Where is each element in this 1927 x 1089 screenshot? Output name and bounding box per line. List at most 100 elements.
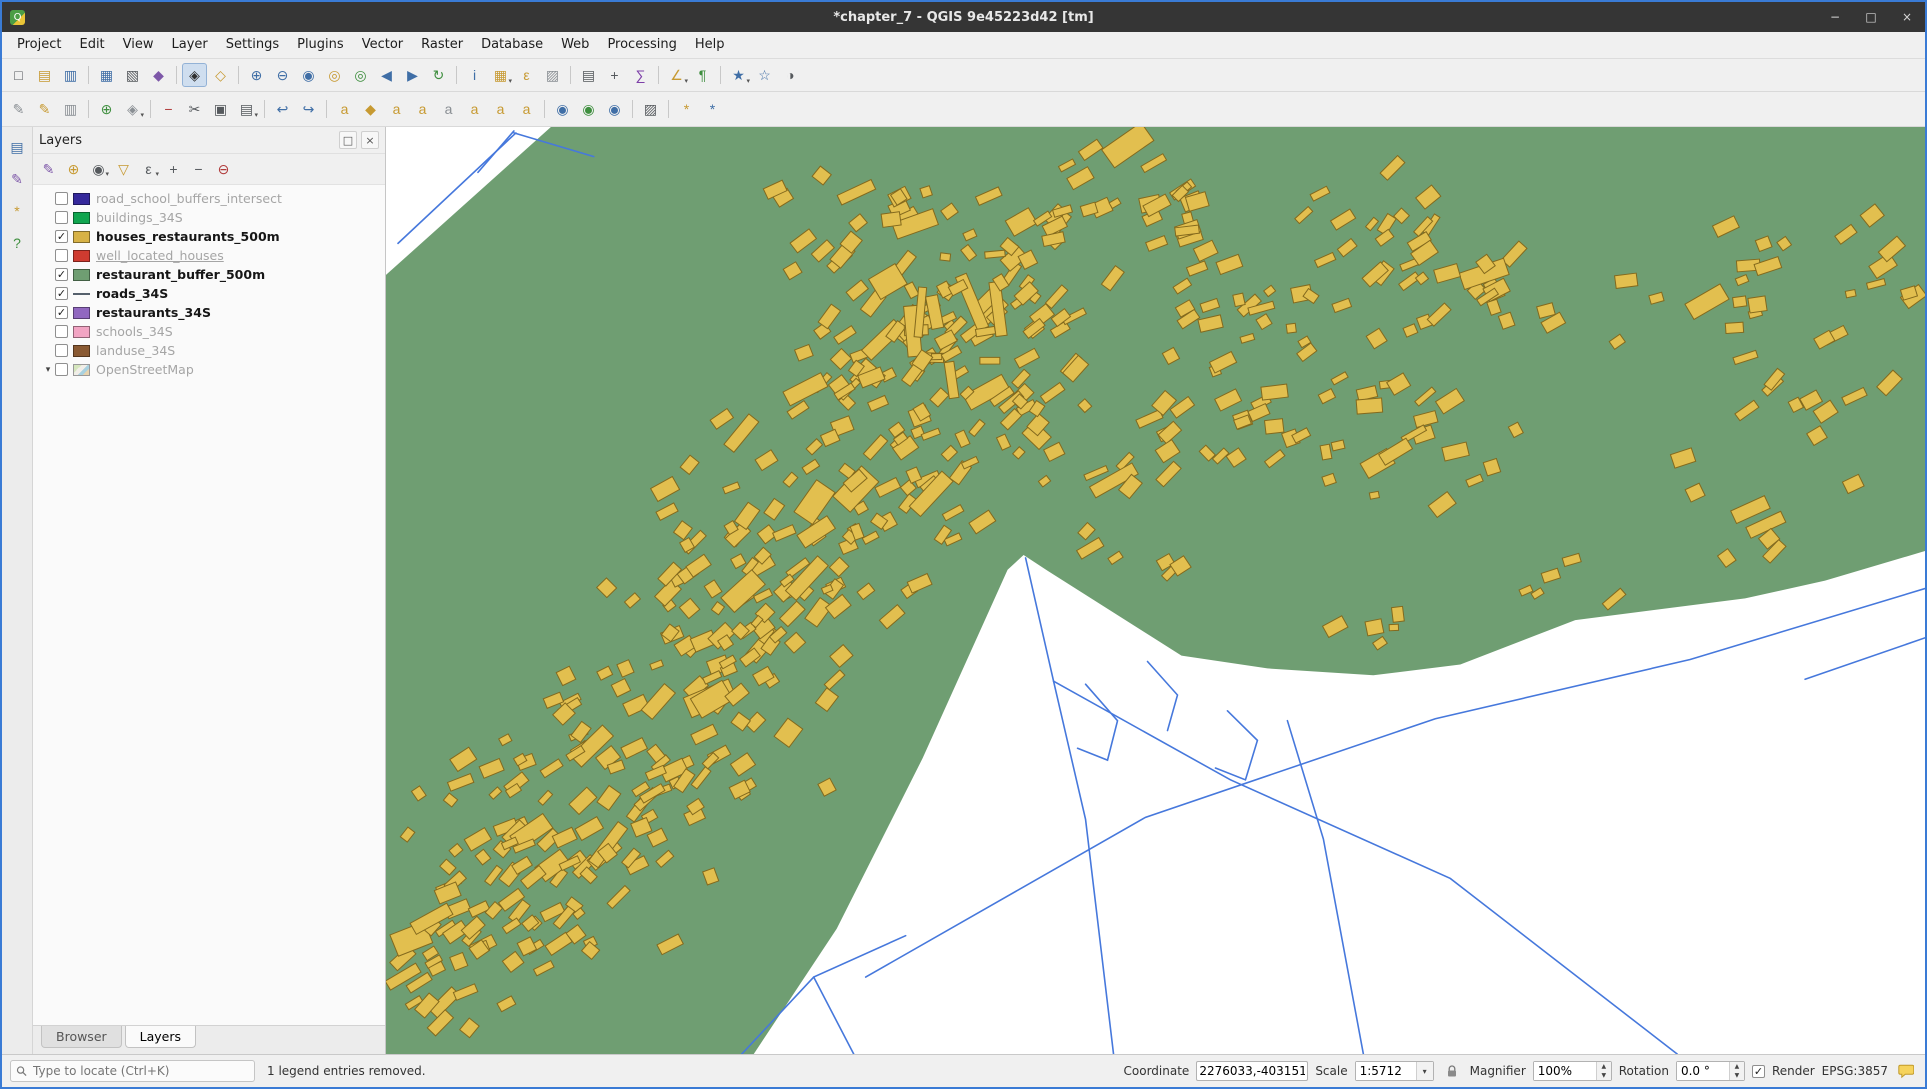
layer-checkbox[interactable]: ✓: [55, 268, 68, 281]
web-tools-button[interactable]: ◉: [602, 97, 627, 121]
show-hidden-labels-button[interactable]: a: [436, 97, 461, 121]
expander-icon[interactable]: ▾: [41, 365, 55, 375]
layer-row-roads_34S[interactable]: ✓roads_34S: [33, 284, 385, 303]
new-project-button[interactable]: □: [6, 63, 31, 87]
statistical-summary-button[interactable]: ∑: [628, 63, 653, 87]
zoom-to-selection-button[interactable]: ◎: [322, 63, 347, 87]
zoom-last-button[interactable]: ◀: [374, 63, 399, 87]
menu-web[interactable]: Web: [552, 34, 598, 56]
metasearch-button[interactable]: ◉: [550, 97, 575, 121]
layer-checkbox[interactable]: ✓: [55, 306, 68, 319]
cut-features-button[interactable]: ✂: [182, 97, 207, 121]
magnifier-input[interactable]: [1534, 1062, 1596, 1080]
spin-up-icon[interactable]: ▲: [1730, 1062, 1744, 1071]
filter-legend-button[interactable]: ▽: [112, 158, 135, 180]
filter-by-expression-button[interactable]: ε▾: [137, 158, 160, 180]
tab-layers[interactable]: Layers: [125, 1026, 196, 1048]
crs-indicator[interactable]: EPSG:3857: [1822, 1064, 1888, 1078]
temporal-controller-button[interactable]: ◑: [778, 63, 803, 87]
layer-styling-panel-button[interactable]: ✎: [5, 167, 30, 191]
open-project-button[interactable]: ▤: [32, 63, 57, 87]
locator-input[interactable]: [31, 1063, 249, 1079]
layer-checkbox[interactable]: [55, 325, 68, 338]
zoom-out-button[interactable]: ⊖: [270, 63, 295, 87]
layer-row-OpenStreetMap[interactable]: ▾OpenStreetMap: [33, 360, 385, 379]
coordinate-input[interactable]: [1196, 1061, 1308, 1081]
panel-close-button[interactable]: ×: [361, 131, 379, 149]
layer-checkbox[interactable]: [55, 249, 68, 262]
menu-layer[interactable]: Layer: [163, 34, 217, 56]
menu-settings[interactable]: Settings: [217, 34, 288, 56]
open-layer-styling-button[interactable]: ✎: [37, 158, 60, 180]
identify-features-button[interactable]: i: [462, 63, 487, 87]
zoom-in-button[interactable]: ⊕: [244, 63, 269, 87]
vertex-tool-button[interactable]: ◈▾: [120, 97, 145, 121]
layer-checkbox[interactable]: ✓: [55, 287, 68, 300]
scale-combo[interactable]: ▾: [1355, 1061, 1434, 1081]
layer-diagram-button[interactable]: ◆: [358, 97, 383, 121]
minimize-button[interactable]: −: [1817, 2, 1853, 32]
pan-to-selection-button[interactable]: ◇: [208, 63, 233, 87]
save-project-button[interactable]: ▥: [58, 63, 83, 87]
toggle-editing-button[interactable]: ✎: [32, 97, 57, 121]
menu-project[interactable]: Project: [8, 34, 70, 56]
menu-raster[interactable]: Raster: [412, 34, 472, 56]
menu-processing[interactable]: Processing: [598, 34, 685, 56]
add-group-button[interactable]: ⊕: [62, 158, 85, 180]
locator-box[interactable]: [10, 1060, 255, 1082]
select-features-button[interactable]: ▦▾: [488, 63, 513, 87]
osm-place-search-button[interactable]: ▨: [638, 97, 663, 121]
menu-edit[interactable]: Edit: [70, 34, 113, 56]
pan-map-button[interactable]: ◈: [182, 63, 207, 87]
processing-toolbox-button[interactable]: *: [674, 97, 699, 121]
layer-row-houses_restaurants_500m[interactable]: ✓houses_restaurants_500m: [33, 227, 385, 246]
style-manager-button[interactable]: ◆: [146, 63, 171, 87]
refresh-map-button[interactable]: ↻: [426, 63, 451, 87]
layer-row-restaurants_34S[interactable]: ✓restaurants_34S: [33, 303, 385, 322]
plugin-tool-button[interactable]: *: [700, 97, 725, 121]
save-layer-edits-button[interactable]: ▥: [58, 97, 83, 121]
manage-map-themes-button[interactable]: ◉▾: [87, 158, 110, 180]
deselect-features-button[interactable]: ▨: [540, 63, 565, 87]
render-checkbox[interactable]: ✓: [1752, 1065, 1765, 1078]
chevron-down-icon[interactable]: ▾: [1416, 1062, 1433, 1080]
layer-row-well_located_houses[interactable]: well_located_houses: [33, 246, 385, 265]
messages-button[interactable]: [1895, 1060, 1917, 1082]
layout-manager-button[interactable]: ▧: [120, 63, 145, 87]
scale-input[interactable]: [1356, 1062, 1416, 1080]
add-feature-button[interactable]: ⊕: [94, 97, 119, 121]
layer-row-landuse_34S[interactable]: landuse_34S: [33, 341, 385, 360]
menu-vector[interactable]: Vector: [353, 34, 412, 56]
menu-plugins[interactable]: Plugins: [288, 34, 353, 56]
layer-checkbox[interactable]: [55, 192, 68, 205]
map-canvas[interactable]: [386, 127, 1925, 1054]
rotation-spin[interactable]: ▲ ▼: [1676, 1061, 1745, 1081]
pin-labels-button[interactable]: a: [410, 97, 435, 121]
map-tips-button[interactable]: ¶: [690, 63, 715, 87]
paste-features-button[interactable]: ▤▾: [234, 97, 259, 121]
field-calculator-button[interactable]: +: [602, 63, 627, 87]
current-edits-button[interactable]: ✎: [6, 97, 31, 121]
layer-row-restaurant_buffer_500m[interactable]: ✓restaurant_buffer_500m: [33, 265, 385, 284]
highlight-labels-button[interactable]: a: [384, 97, 409, 121]
maximize-button[interactable]: □: [1853, 2, 1889, 32]
close-button[interactable]: ×: [1889, 2, 1925, 32]
web-service-button[interactable]: ◉: [576, 97, 601, 121]
processing-panel-button[interactable]: *: [5, 199, 30, 223]
select-by-expression-button[interactable]: ε: [514, 63, 539, 87]
menu-help[interactable]: Help: [686, 34, 734, 56]
layer-checkbox[interactable]: [55, 363, 68, 376]
new-bookmark-button[interactable]: ★▾: [726, 63, 751, 87]
help-panel-button[interactable]: ?: [5, 231, 30, 255]
layer-checkbox[interactable]: [55, 211, 68, 224]
zoom-to-layer-button[interactable]: ◎: [348, 63, 373, 87]
tab-browser[interactable]: Browser: [41, 1026, 122, 1048]
panel-float-button[interactable]: □: [339, 131, 357, 149]
browser-panel-button[interactable]: ▤: [5, 135, 30, 159]
spin-up-icon[interactable]: ▲: [1597, 1062, 1611, 1071]
rotation-input[interactable]: [1677, 1062, 1729, 1080]
menu-database[interactable]: Database: [472, 34, 552, 56]
layer-row-buildings_34S[interactable]: buildings_34S: [33, 208, 385, 227]
layer-row-schools_34S[interactable]: schools_34S: [33, 322, 385, 341]
zoom-full-button[interactable]: ◉: [296, 63, 321, 87]
